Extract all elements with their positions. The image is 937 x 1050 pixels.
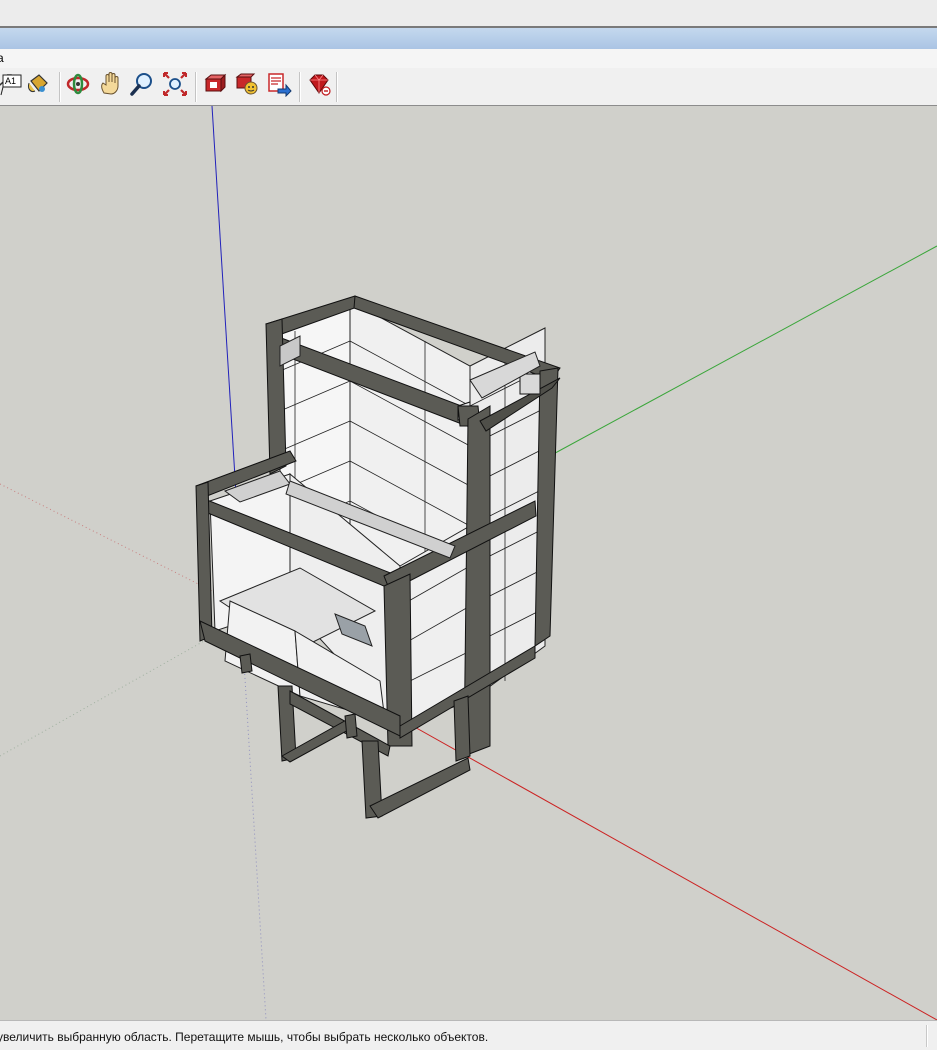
pan-hand-icon xyxy=(97,71,123,97)
paint-bucket-icon xyxy=(25,71,51,97)
text-label-glyph: A1 xyxy=(5,76,17,86)
status-bar: увеличить выбранную область. Перетащите … xyxy=(0,1020,937,1050)
menu-item-help[interactable]: а xyxy=(0,49,4,68)
red-axis xyxy=(394,715,937,1020)
model-scene xyxy=(0,106,937,1020)
text-label-icon: A1 xyxy=(0,71,25,97)
status-text: увеличить выбранную область. Перетащите … xyxy=(0,1030,489,1044)
toolbar-separator xyxy=(195,72,197,102)
paint-bucket-button[interactable] xyxy=(24,70,52,98)
ruby-gem-icon xyxy=(306,71,332,97)
share-component-button[interactable] xyxy=(265,70,293,98)
get-models-icon xyxy=(201,71,227,97)
toolbar-separator xyxy=(336,72,338,102)
text-tool-button[interactable]: A1 xyxy=(0,70,26,98)
zoom-extents-button[interactable] xyxy=(161,70,189,98)
share-model-button[interactable] xyxy=(233,70,261,98)
orbit-button[interactable] xyxy=(64,70,92,98)
orbit-icon xyxy=(65,71,91,97)
share-component-icon xyxy=(266,71,292,97)
window-top-strip xyxy=(0,0,937,27)
blue-axis xyxy=(211,106,239,527)
get-models-button[interactable] xyxy=(200,70,228,98)
toolbar-separator xyxy=(59,72,61,102)
blue-axis-negative xyxy=(242,645,267,1020)
zoom-button[interactable] xyxy=(128,70,156,98)
pan-button[interactable] xyxy=(96,70,124,98)
menu-bar: а xyxy=(0,49,937,68)
furnace-model xyxy=(195,295,561,819)
status-divider xyxy=(926,1025,928,1047)
zoom-extents-icon xyxy=(162,71,188,97)
window-title-bar[interactable] xyxy=(0,28,937,49)
green-axis xyxy=(545,245,937,459)
model-viewport[interactable] xyxy=(0,106,937,1020)
toolbar-separator xyxy=(299,72,301,102)
green-axis-negative xyxy=(0,631,221,757)
ruby-console-button[interactable] xyxy=(305,70,333,98)
share-model-icon xyxy=(234,71,260,97)
zoom-magnifier-icon xyxy=(129,71,155,97)
main-toolbar: A1 xyxy=(0,68,937,106)
